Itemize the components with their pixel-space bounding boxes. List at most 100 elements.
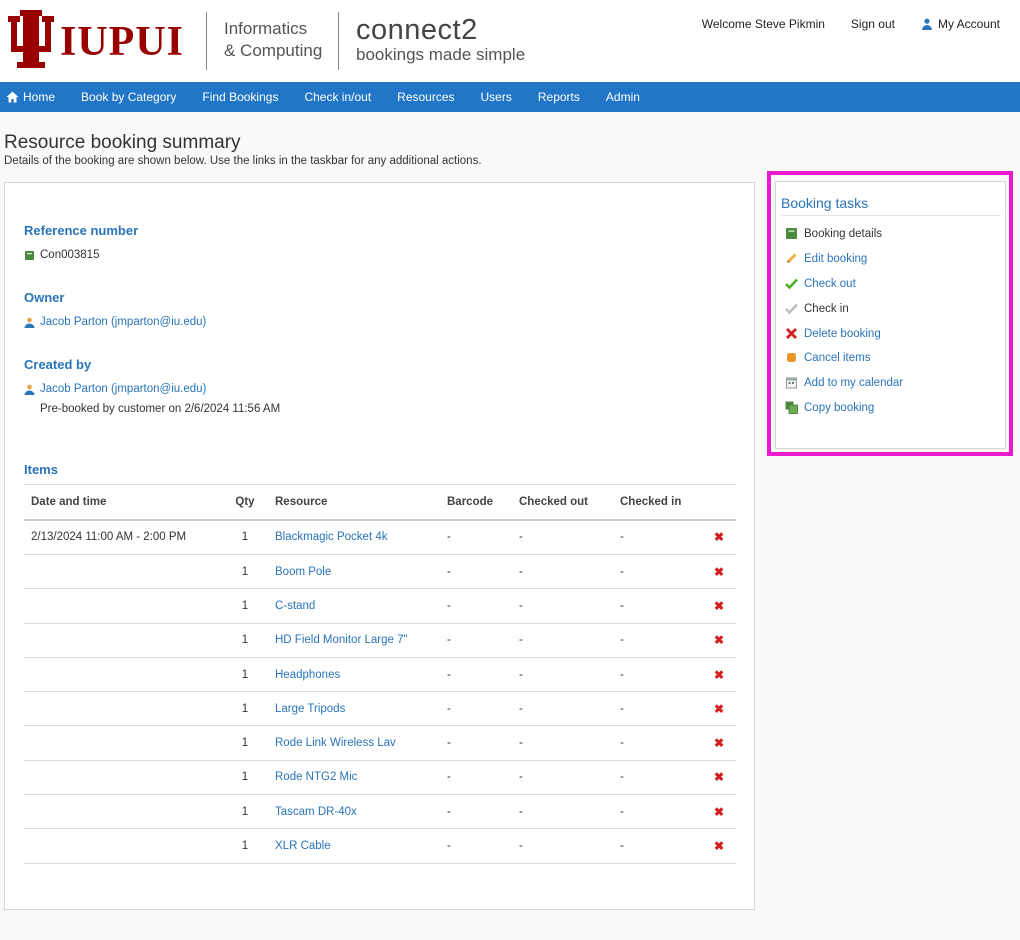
cell-resource-link[interactable]: Rode Link Wireless Lav bbox=[268, 725, 440, 761]
created-by-label: Created by bbox=[24, 357, 92, 372]
column-header-qty: Qty bbox=[222, 484, 268, 521]
delete-item-icon[interactable]: ✖ bbox=[714, 599, 724, 613]
cell-resource-link[interactable]: Rode NTG2 Mic bbox=[268, 760, 440, 796]
user-links: Welcome Steve Pikmin Sign out My Account bbox=[702, 17, 1000, 31]
table-row: 1 C-stand - - - ✖ bbox=[24, 588, 736, 624]
cell-resource-link[interactable]: Large Tripods bbox=[268, 691, 440, 727]
booking-tasks-panel: Booking tasks Booking details Edit booki… bbox=[775, 181, 1006, 449]
nav-resources[interactable]: Resources bbox=[397, 90, 454, 104]
table-row: 1 Headphones - - - ✖ bbox=[24, 657, 736, 693]
table-row: 1 Large Tripods - - - ✖ bbox=[24, 691, 736, 727]
delete-item-icon[interactable]: ✖ bbox=[714, 770, 724, 784]
created-by-link[interactable]: Jacob Parton (jmparton@iu.edu) bbox=[40, 383, 206, 395]
delete-item-icon[interactable]: ✖ bbox=[714, 530, 724, 544]
cell-resource-link[interactable]: XLR Cable bbox=[268, 828, 440, 864]
cell-actions: ✖ bbox=[702, 725, 736, 761]
task-label: Edit booking bbox=[804, 252, 868, 265]
nav-check-in-out[interactable]: Check in/out bbox=[304, 90, 371, 104]
cell-qty: 1 bbox=[222, 588, 268, 624]
cell-actions: ✖ bbox=[702, 657, 736, 693]
table-row: 1 HD Field Monitor Large 7" - - - ✖ bbox=[24, 623, 736, 658]
cell-checked-in: - bbox=[613, 588, 702, 624]
delete-item-icon[interactable]: ✖ bbox=[714, 633, 724, 647]
cell-checked-out: - bbox=[512, 828, 613, 864]
cell-checked-in: - bbox=[613, 554, 702, 590]
nav-find-bookings[interactable]: Find Bookings bbox=[202, 90, 278, 104]
delete-x-icon bbox=[786, 328, 797, 339]
cell-qty: 1 bbox=[222, 828, 268, 864]
cell-checked-out: - bbox=[512, 657, 613, 693]
delete-item-icon[interactable]: ✖ bbox=[714, 668, 724, 682]
main-nav: Home Book by Category Find Bookings Chec… bbox=[0, 82, 1020, 112]
created-note: Pre-booked by customer on 2/6/2024 11:56… bbox=[40, 403, 281, 415]
reference-number-label: Reference number bbox=[24, 223, 139, 238]
header: IUPUI Informatics & Computing connect2 b… bbox=[0, 0, 1020, 82]
app-logo[interactable]: connect2 bookings made simple bbox=[356, 14, 525, 64]
user-icon bbox=[24, 317, 35, 328]
task-delete-booking[interactable]: Delete booking bbox=[785, 327, 881, 340]
task-label: Check out bbox=[804, 277, 856, 290]
cell-date bbox=[24, 760, 222, 796]
cell-actions: ✖ bbox=[702, 760, 736, 796]
cell-resource-link[interactable]: Boom Pole bbox=[268, 554, 440, 590]
nav-admin[interactable]: Admin bbox=[606, 90, 640, 104]
table-header-row: Date and time Qty Resource Barcode Check… bbox=[24, 484, 736, 521]
pencil-icon bbox=[787, 253, 797, 263]
cell-qty: 1 bbox=[222, 760, 268, 796]
nav-home-label: Home bbox=[23, 90, 56, 104]
cell-barcode: - bbox=[440, 657, 512, 693]
iupui-logo[interactable]: IUPUI bbox=[6, 10, 184, 74]
items-label: Items bbox=[24, 462, 58, 477]
task-edit-booking[interactable]: Edit booking bbox=[785, 252, 867, 265]
cell-checked-out: - bbox=[512, 588, 613, 624]
cell-date bbox=[24, 554, 222, 590]
cell-resource-link[interactable]: Blackmagic Pocket 4k bbox=[268, 519, 440, 555]
task-add-to-calendar[interactable]: Add to my calendar bbox=[785, 376, 903, 389]
task-check-in[interactable]: Check in bbox=[785, 302, 849, 315]
task-label: Delete booking bbox=[804, 327, 881, 340]
table-row: 1 Rode Link Wireless Lav - - - ✖ bbox=[24, 725, 736, 761]
task-booking-details[interactable]: Booking details bbox=[785, 227, 882, 240]
table-row: 1 Tascam DR-40x - - - ✖ bbox=[24, 794, 736, 830]
cell-barcode: - bbox=[440, 794, 512, 830]
nav-book-by-category[interactable]: Book by Category bbox=[81, 90, 176, 104]
task-copy-booking[interactable]: Copy booking bbox=[785, 401, 874, 414]
column-header-actions bbox=[702, 484, 736, 521]
owner-link[interactable]: Jacob Parton (jmparton@iu.edu) bbox=[40, 316, 206, 328]
delete-item-icon[interactable]: ✖ bbox=[714, 805, 724, 819]
task-label: Copy booking bbox=[804, 401, 875, 414]
my-account-link[interactable]: My Account bbox=[921, 17, 1000, 31]
column-header-resource: Resource bbox=[268, 484, 440, 521]
cell-barcode: - bbox=[440, 725, 512, 761]
cell-checked-out: - bbox=[512, 691, 613, 727]
task-check-out[interactable]: Check out bbox=[785, 277, 856, 290]
nav-reports[interactable]: Reports bbox=[538, 90, 580, 104]
booking-summary-panel: Reference number Con003815 Owner Jacob P… bbox=[4, 182, 755, 910]
cell-resource-link[interactable]: Headphones bbox=[268, 657, 440, 693]
nav-users[interactable]: Users bbox=[481, 90, 512, 104]
nav-home[interactable]: Home bbox=[6, 90, 55, 104]
cell-barcode: - bbox=[440, 828, 512, 864]
cell-actions: ✖ bbox=[702, 519, 736, 555]
sign-out-link[interactable]: Sign out bbox=[851, 17, 895, 31]
column-header-checked-in: Checked in bbox=[613, 484, 702, 521]
cell-checked-out: - bbox=[512, 760, 613, 796]
table-row: 1 Rode NTG2 Mic - - - ✖ bbox=[24, 760, 736, 796]
task-cancel-items[interactable]: Cancel items bbox=[785, 351, 870, 364]
reference-number: Con003815 bbox=[24, 249, 99, 261]
delete-item-icon[interactable]: ✖ bbox=[714, 736, 724, 750]
copy-icon bbox=[785, 401, 798, 414]
cell-date bbox=[24, 623, 222, 658]
cell-resource-link[interactable]: HD Field Monitor Large 7" bbox=[268, 623, 440, 658]
cell-resource-link[interactable]: Tascam DR-40x bbox=[268, 794, 440, 830]
cell-actions: ✖ bbox=[702, 554, 736, 590]
delete-item-icon[interactable]: ✖ bbox=[714, 839, 724, 853]
cell-resource-link[interactable]: C-stand bbox=[268, 588, 440, 624]
delete-item-icon[interactable]: ✖ bbox=[714, 565, 724, 579]
delete-item-icon[interactable]: ✖ bbox=[714, 702, 724, 716]
cell-date bbox=[24, 691, 222, 727]
cell-checked-in: - bbox=[613, 828, 702, 864]
owner-label: Owner bbox=[24, 290, 65, 305]
home-icon bbox=[6, 91, 19, 103]
iu-trident-icon bbox=[8, 10, 54, 68]
